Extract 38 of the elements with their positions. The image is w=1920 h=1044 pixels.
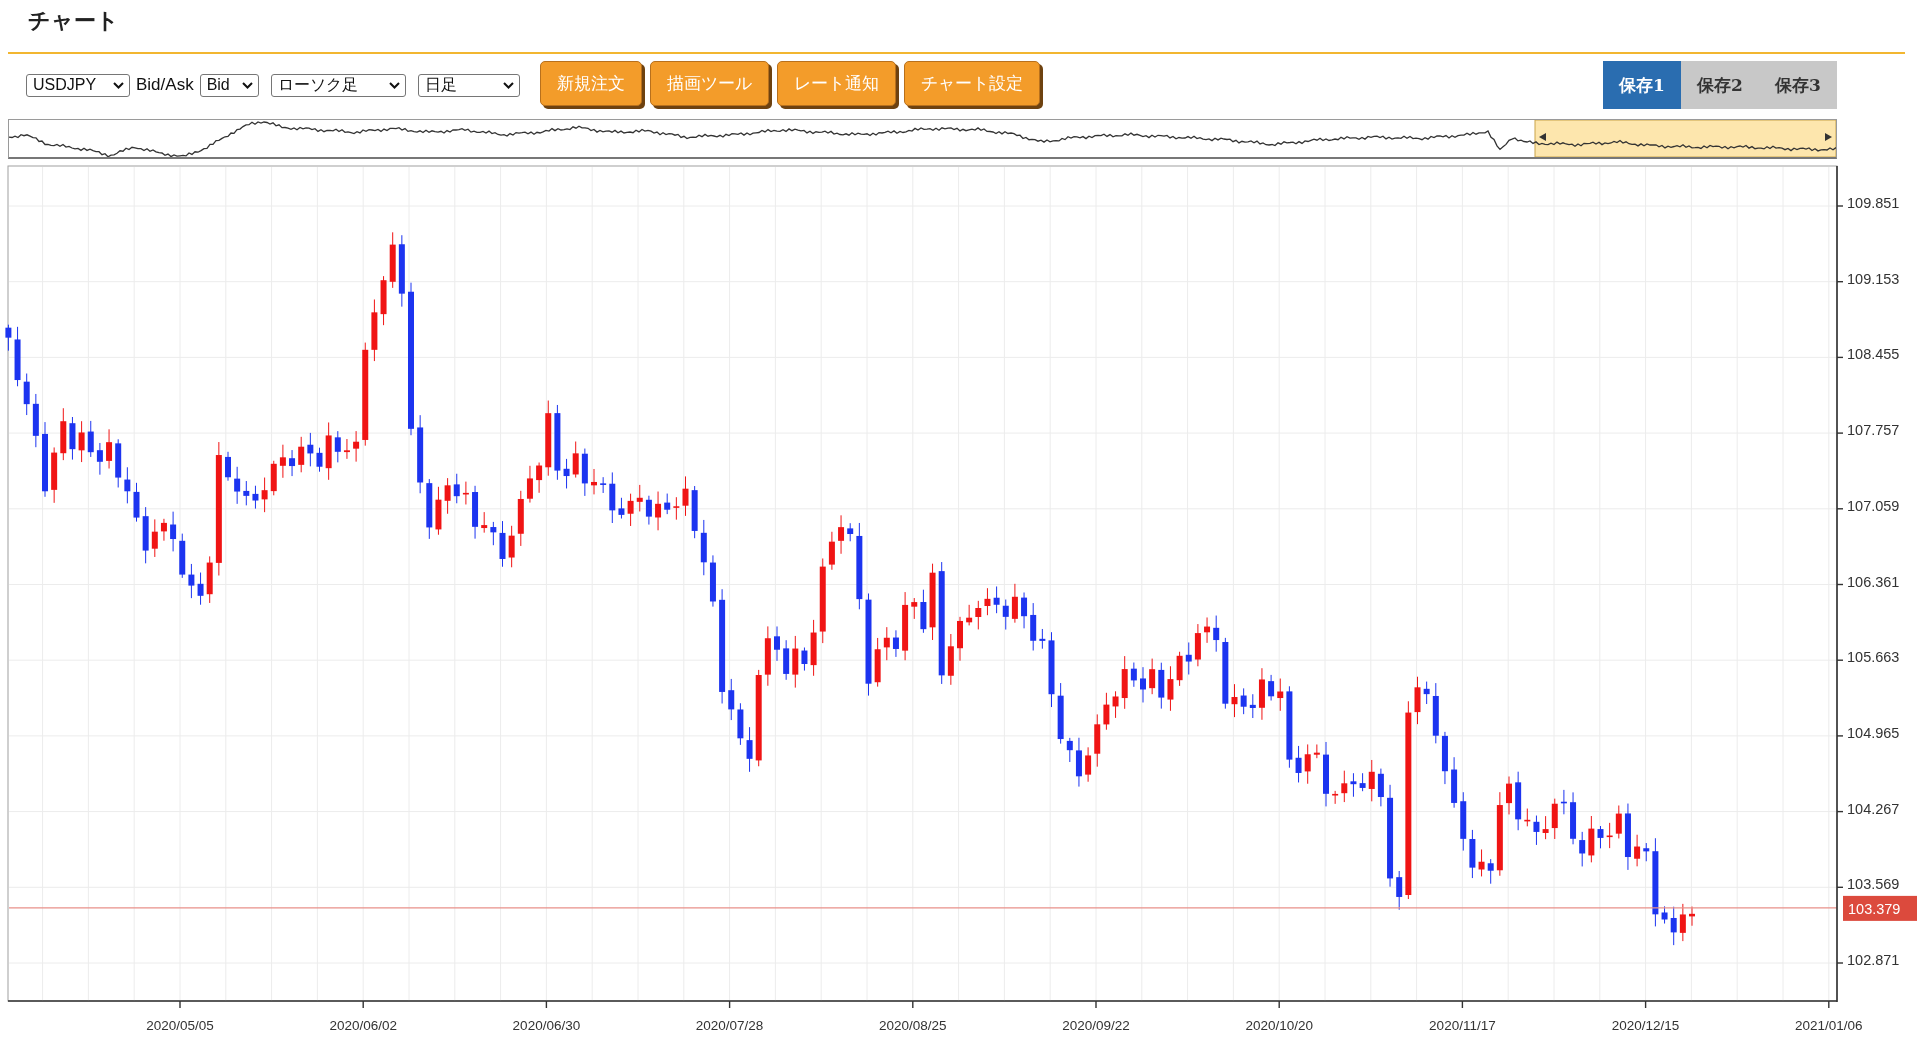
x-axis-label: 2020/09/22 [1062, 1018, 1130, 1033]
save-slot-tab[interactable]: 保存1 [1603, 61, 1681, 109]
y-axis-label: 108.455 [1847, 346, 1900, 363]
x-axis-label: 2020/11/17 [1429, 1018, 1496, 1033]
chevron-down-icon [241, 81, 253, 89]
x-axis-label: 2020/05/05 [146, 1018, 214, 1033]
navigator-selection[interactable] [1534, 120, 1836, 157]
symbol-dropdown[interactable]: USDJPY [26, 73, 130, 97]
y-axis-label: 105.663 [1847, 649, 1900, 666]
x-axis-label: 2021/01/06 [1795, 1018, 1863, 1033]
y-axis-label: 104.965 [1847, 724, 1900, 741]
chart-type-dropdown[interactable]: ローソク足 [270, 73, 406, 97]
y-axis-label: 106.361 [1847, 573, 1900, 590]
x-axis-label: 2020/07/28 [695, 1018, 764, 1033]
y-axis-label: 103.569 [1847, 876, 1900, 893]
bid-ask-label: Bid/Ask [136, 75, 194, 95]
bid-ask-dropdown[interactable]: Bid [199, 73, 259, 97]
left-triangle-icon[interactable] [1539, 133, 1546, 141]
y-axis-label: 107.757 [1847, 422, 1900, 439]
y-axis-label: 104.267 [1847, 800, 1900, 817]
chevron-down-icon [502, 81, 514, 89]
right-triangle-icon[interactable] [1825, 133, 1832, 141]
chevron-down-icon [388, 81, 400, 89]
save-slot-tab[interactable]: 保存2 [1681, 61, 1759, 109]
x-axis-label: 2020/06/30 [512, 1018, 581, 1033]
save-slot-tab[interactable]: 保存3 [1759, 61, 1837, 109]
timeframe-dropdown[interactable]: 日足 [417, 73, 520, 97]
x-axis-label: 2020/10/20 [1245, 1018, 1313, 1033]
y-axis-label: 109.851 [1847, 195, 1900, 211]
chevron-down-icon [113, 81, 124, 89]
current-price-tag: 103.379 [1843, 895, 1917, 921]
page-title: チャート [28, 7, 119, 35]
y-axis-label: 102.871 [1847, 952, 1900, 968]
x-axis-label: 2020/08/25 [879, 1018, 947, 1033]
y-axis-label: 109.153 [1847, 270, 1900, 287]
y-axis-label: 107.059 [1847, 497, 1900, 514]
x-axis-label: 2020/06/02 [329, 1018, 397, 1033]
x-axis-label: 2020/12/15 [1611, 1018, 1680, 1033]
